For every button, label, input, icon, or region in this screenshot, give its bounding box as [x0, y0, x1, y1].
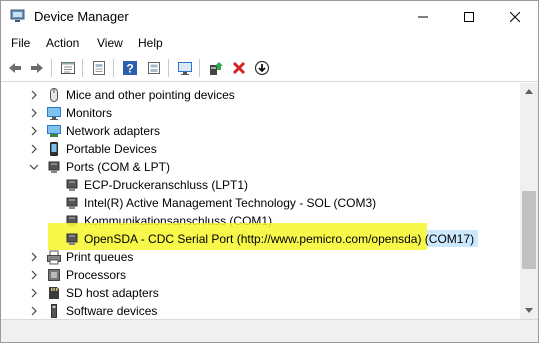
opensda-port-suffix: (COM17) — [421, 232, 475, 246]
menu-help[interactable]: Help — [138, 36, 163, 50]
device-manager-window: Device Manager File Action View Help ? M… — [0, 0, 539, 343]
chevron-right-icon[interactable] — [28, 250, 40, 264]
status-bar — [1, 319, 538, 342]
scrollbar-thumb[interactable] — [522, 191, 536, 269]
menu-bar: File Action View Help — [1, 32, 538, 54]
monitor-icon — [178, 62, 192, 75]
tree-item-sd-host-adapters[interactable]: SD host adapters — [1, 284, 520, 302]
tree-item-monitors[interactable]: Monitors — [1, 104, 520, 122]
tree-item-label: Processors — [66, 268, 127, 282]
forward-icon — [31, 63, 43, 73]
enable-device-button[interactable] — [252, 58, 272, 78]
port-icon — [66, 233, 78, 245]
toolbar-separator — [113, 59, 114, 77]
tree-item-software-devices[interactable]: Software devices — [1, 302, 520, 319]
back-button[interactable] — [5, 58, 25, 78]
scroll-up-button[interactable] — [520, 83, 538, 100]
tree-item-network-adapters[interactable]: Network adapters — [1, 122, 520, 140]
toolbar-separator — [82, 59, 83, 77]
toolbar-separator — [51, 59, 52, 77]
tree-item-processors[interactable]: Processors — [1, 266, 520, 284]
maximize-button[interactable] — [446, 1, 492, 32]
forward-button[interactable] — [27, 58, 47, 78]
device-tree[interactable]: Mice and other pointing devices Monitors… — [1, 83, 520, 319]
tree-item-print-queues[interactable]: Print queues — [1, 248, 520, 266]
chevron-right-icon[interactable] — [28, 286, 40, 300]
chevron-down-icon[interactable] — [28, 160, 40, 174]
chevron-right-icon[interactable] — [28, 124, 40, 138]
network-icon — [47, 125, 61, 137]
uninstall-icon — [232, 61, 246, 75]
close-button[interactable] — [492, 1, 538, 32]
properties-icon — [61, 62, 75, 74]
device-manager-app-icon — [10, 9, 25, 22]
svg-text:?: ? — [126, 62, 133, 76]
toolbar: ? — [1, 54, 538, 82]
minimize-icon — [418, 16, 428, 17]
chevron-right-icon[interactable] — [28, 268, 40, 282]
printer-icon — [47, 250, 61, 265]
uninstall-button[interactable] — [229, 58, 249, 78]
title-bar: Device Manager — [1, 1, 538, 32]
port-icon — [66, 179, 78, 191]
scan-hardware-button[interactable] — [144, 58, 164, 78]
help-icon: ? — [123, 61, 137, 76]
download-icon — [254, 60, 270, 76]
tree-item-port-lpt1[interactable]: ECP-Druckeranschluss (LPT1) — [1, 176, 520, 194]
processor-icon — [48, 269, 60, 281]
chevron-right-icon[interactable] — [28, 88, 40, 102]
maximize-icon — [464, 11, 474, 22]
toolbar-separator — [199, 59, 200, 77]
tree-item-label: ECP-Druckeranschluss (LPT1) — [84, 178, 249, 192]
tree-item-label: SD host adapters — [66, 286, 159, 300]
help-button[interactable]: ? — [120, 58, 140, 78]
port-icon — [66, 197, 78, 209]
software-device-icon — [51, 304, 57, 318]
window-title: Device Manager — [34, 9, 129, 24]
monitor-icon — [47, 107, 61, 120]
sd-card-icon — [49, 287, 59, 299]
properties-button[interactable] — [58, 58, 78, 78]
monitor-button[interactable] — [175, 58, 195, 78]
tree-item-label: Intel(R) Active Management Technology - … — [84, 196, 377, 210]
vertical-scrollbar[interactable] — [520, 83, 538, 319]
tree-item-portable-devices[interactable]: Portable Devices — [1, 140, 520, 158]
opensda-label: OpenSDA - CDC Serial Port (http://www.pe… — [84, 232, 422, 246]
tree-item-label: Print queues — [66, 250, 134, 264]
minimize-button[interactable] — [400, 1, 446, 32]
port-icon — [48, 161, 60, 173]
show-hidden-icon — [93, 61, 105, 75]
chevron-right-icon[interactable] — [28, 106, 40, 120]
chevron-right-icon[interactable] — [28, 142, 40, 156]
tree-item-port-opensda[interactable]: OpenSDA - CDC Serial Port (http://www.pe… — [1, 230, 520, 248]
show-hidden-button[interactable] — [89, 58, 109, 78]
tree-item-label: Software devices — [66, 304, 158, 318]
update-driver-button[interactable] — [206, 58, 226, 78]
tree-item-label: OpenSDA - CDC Serial Port (http://www.pe… — [84, 232, 474, 246]
menu-action[interactable]: Action — [46, 36, 79, 50]
tree-item-label: Monitors — [66, 106, 113, 120]
portable-device-icon — [50, 142, 58, 156]
scroll-down-button[interactable] — [520, 302, 538, 319]
tree-item-mice[interactable]: Mice and other pointing devices — [1, 86, 520, 104]
menu-file[interactable]: File — [11, 36, 30, 50]
tree-item-label: Mice and other pointing devices — [66, 88, 235, 102]
tree-item-label: Network adapters — [66, 124, 161, 138]
chevron-down-icon — [525, 308, 533, 313]
tree-item-port-com3[interactable]: Intel(R) Active Management Technology - … — [1, 194, 520, 212]
tree-item-label: Portable Devices — [66, 142, 157, 156]
mouse-icon — [50, 88, 58, 102]
chevron-right-icon[interactable] — [28, 304, 40, 318]
back-icon — [9, 63, 21, 73]
tree-item-ports[interactable]: Ports (COM & LPT) — [1, 158, 520, 176]
close-icon — [510, 11, 520, 22]
tree-item-label: Ports (COM & LPT) — [66, 160, 171, 174]
driver-icon — [148, 62, 160, 74]
chevron-up-icon — [525, 89, 533, 94]
toolbar-separator — [168, 59, 169, 77]
menu-view[interactable]: View — [97, 36, 123, 50]
update-driver-icon — [210, 62, 223, 75]
